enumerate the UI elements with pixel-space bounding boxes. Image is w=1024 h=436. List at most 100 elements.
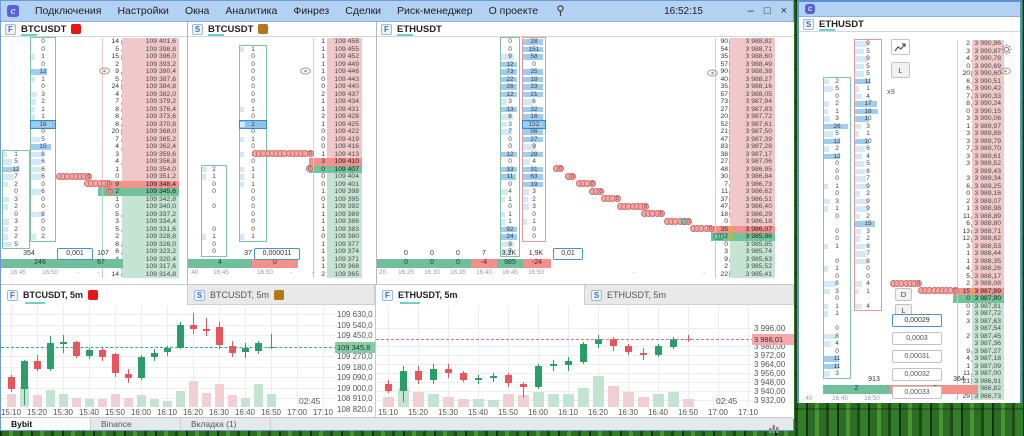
ask-price-cell[interactable]: 109 387,6 [122,75,179,83]
size-cell[interactable]: 27 [715,105,730,113]
ask-price-cell[interactable]: 109 379,2 [122,98,179,106]
size-cell[interactable]: 0 [313,165,327,173]
ask-price-cell[interactable]: 3 989,79 [972,137,1004,145]
ask-price-cell[interactable]: 3 988,38 [730,68,775,76]
ask-price-cell[interactable]: 109 401,6 [122,38,179,46]
taskbar-tab-bybit[interactable]: Bybit [1,418,91,430]
size-cell[interactable]: 3 [102,150,121,158]
ask-price-cell[interactable]: 3 986,62 [730,188,775,196]
ask-price-cell[interactable]: 3 987,39 [730,135,775,143]
step-option-input[interactable]: 0,00032 [892,368,942,381]
bid-price-cell[interactable]: 109 323,2 [122,248,179,256]
menu-item-подключения[interactable]: Подключения [27,5,109,17]
ask-price-cell[interactable]: 109 419 [327,135,362,143]
size-cell[interactable]: 0 [313,128,327,136]
size-cell[interactable]: 7 [102,135,121,143]
bid-price-cell[interactable]: 109 334,4 [122,218,179,226]
color-marker[interactable] [71,24,82,34]
ask-price-cell[interactable]: 3 987,94 [730,98,775,106]
size-cell[interactable]: 8 [957,100,972,108]
size-cell[interactable]: 1 [957,250,972,258]
size-cell[interactable]: 6 [957,85,972,93]
size-cell[interactable]: 0 [102,203,121,211]
ask-price-cell[interactable]: 3 988,49 [730,60,775,68]
bid-price-cell[interactable]: 109 328,8 [122,233,179,241]
bid-price-cell[interactable]: 109 380 [327,233,362,241]
size-cell[interactable]: 0 [313,143,327,151]
ask-price-cell[interactable]: 109 425 [327,120,362,128]
size-cell[interactable]: 1 [957,122,972,130]
menu-item-окна[interactable]: Окна [177,5,217,17]
size-cell[interactable]: 1 [957,205,972,213]
eye-icon[interactable] [300,62,312,75]
size-cell[interactable]: 3 [957,160,972,168]
size-cell[interactable]: 2 [313,90,327,98]
size-cell[interactable]: 0 [313,195,327,203]
ask-price-cell[interactable]: 3 988,27 [730,75,775,83]
ask-price-cell[interactable]: 3 990,15 [972,107,1004,115]
ask-price-cell[interactable]: 3 987,17 [730,150,775,158]
size-cell[interactable]: 3 [102,218,121,226]
menu-item-о проекте[interactable]: О проекте [481,5,547,17]
size-cell[interactable]: 13 [957,227,972,235]
size-cell[interactable]: 1 [313,60,327,68]
size-cell[interactable]: 0 [715,218,730,226]
ask-price-cell[interactable]: 109 416 [327,143,362,151]
minimize-button[interactable]: – [748,5,754,17]
bid-price-cell[interactable]: 109 407 [327,166,362,174]
size-cell[interactable]: 8 [102,120,121,128]
maximize-button[interactable]: □ [764,5,771,17]
size-cell[interactable]: 1 [313,248,327,256]
chart-tab-ethusdt-5m[interactable]: S ETHUSDT, 5m [585,285,794,305]
bid-price-cell[interactable]: 109 337,2 [122,210,179,218]
bid-price-cell[interactable]: 3 985,41 [730,270,775,278]
price-step-input[interactable]: 0,001 [57,248,93,260]
size-cell[interactable]: 83 [715,143,730,151]
ask-price-cell[interactable]: 109 384,8 [122,83,179,91]
size-cell[interactable]: 30 [715,173,730,181]
ask-price-cell[interactable]: 3 988,82 [730,38,775,46]
size-cell[interactable]: 0 [957,295,972,303]
size-cell[interactable]: 20 [102,128,121,136]
bid-price-cell[interactable]: 3 987,45 [972,332,1004,340]
ask-price-cell[interactable]: 109 359,6 [122,150,179,158]
size-cell[interactable]: 1 [313,68,327,76]
d-button[interactable]: D [895,288,912,301]
ask-price-cell[interactable]: 3 988,71 [972,227,1004,235]
ask-price-cell[interactable]: 109 428 [327,113,362,121]
size-cell[interactable]: 9 [715,255,730,263]
eye-icon[interactable] [1000,62,1012,75]
size-cell[interactable]: 3 [957,130,972,138]
ask-price-cell[interactable]: 3 990,33 [972,92,1004,100]
size-cell[interactable]: 7 [957,92,972,100]
size-cell[interactable]: 48 [715,165,730,173]
ask-price-cell[interactable]: 3 988,60 [730,53,775,61]
size-cell[interactable]: 3 [957,175,972,183]
ask-price-cell[interactable]: 3 986,51 [730,195,775,203]
ask-price-cell[interactable]: 109 396,0 [122,53,179,61]
ask-price-cell[interactable]: 3 989,07 [972,197,1004,205]
chart-tab-btcusdt-5m[interactable]: S BTCUSDT, 5m [188,285,375,305]
bid-price-cell[interactable]: 3 985,96 [730,233,775,241]
ask-price-cell[interactable]: 3 988,05 [730,90,775,98]
size-cell[interactable]: 0 [313,135,327,143]
size-cell[interactable]: 7 [957,145,972,153]
ask-price-cell[interactable]: 109 382,0 [122,90,179,98]
bid-price-cell[interactable]: 3 987,18 [972,355,1004,363]
pin-icon[interactable] [556,5,565,17]
size-cell[interactable]: 12 [957,235,972,243]
size-cell[interactable]: 47 [715,203,730,211]
size-cell[interactable]: 8 [102,240,121,248]
bid-price-cell[interactable]: 3 985,52 [730,263,775,271]
size-cell[interactable]: 1 [313,240,327,248]
bid-price-cell[interactable]: 109 317,6 [122,263,179,271]
price-step-input[interactable]: 0,01 [553,248,583,260]
ask-price-cell[interactable]: 3 986,73 [730,180,775,188]
size-cell[interactable]: 57 [715,90,730,98]
size-cell[interactable]: 2 [957,197,972,205]
ask-price-cell[interactable]: 109 443 [327,75,362,83]
ask-price-cell[interactable]: 109 410 [327,158,362,166]
ask-price-cell[interactable]: 109 413 [327,150,362,158]
size-cell[interactable]: 37 [715,195,730,203]
ask-price-cell[interactable]: 109 446 [327,68,362,76]
